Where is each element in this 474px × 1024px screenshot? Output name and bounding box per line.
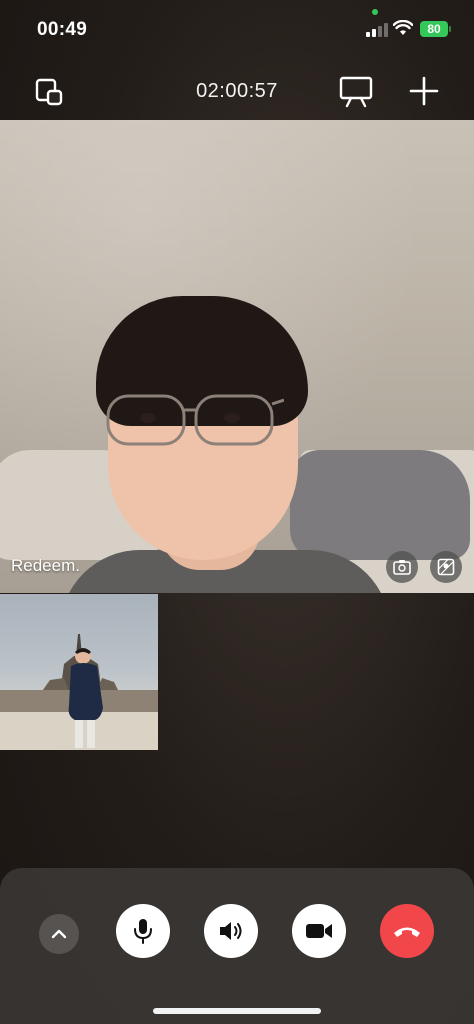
- portrait-mode-icon[interactable]: [430, 551, 462, 583]
- video-camera-icon: [306, 924, 332, 938]
- microphone-icon: [134, 919, 152, 944]
- screen-share-icon[interactable]: [338, 73, 374, 109]
- wifi-icon: [393, 20, 413, 35]
- person-graphic: [68, 648, 103, 748]
- speaker-icon: [220, 922, 242, 940]
- end-call-button[interactable]: [380, 904, 434, 958]
- video-toggle-button[interactable]: [292, 904, 346, 958]
- call-duration: 02:00:57: [196, 80, 278, 102]
- status-bar: 00:49 80: [0, 0, 474, 60]
- status-time: 00:49: [37, 19, 88, 40]
- home-indicator[interactable]: [153, 1008, 321, 1014]
- cellular-signal-icon: [366, 22, 388, 37]
- speaker-button[interactable]: [204, 904, 258, 958]
- add-participant-button[interactable]: [406, 73, 442, 109]
- camera-in-use-indicator: [372, 9, 378, 15]
- phone-hangup-icon: [394, 927, 420, 937]
- mute-button[interactable]: [116, 904, 170, 958]
- expand-controls-button[interactable]: [39, 914, 79, 954]
- self-preview-video[interactable]: [0, 594, 158, 750]
- remote-video[interactable]: [0, 120, 474, 593]
- plus-icon: [409, 76, 439, 106]
- camera-rotate-icon[interactable]: [386, 551, 418, 583]
- battery-indicator: 80: [420, 21, 451, 37]
- chevron-up-icon: [51, 929, 67, 939]
- caller-name: Redeem.: [11, 556, 80, 575]
- glasses-graphic: [106, 394, 284, 446]
